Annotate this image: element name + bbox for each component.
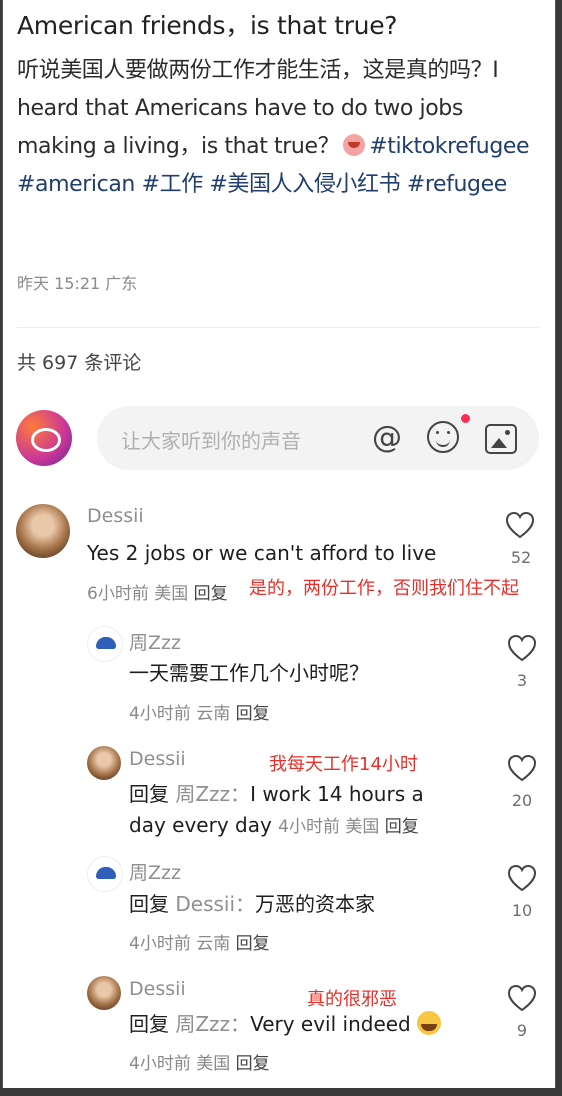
- comment-username[interactable]: Dessii: [87, 505, 144, 527]
- avatar[interactable]: [87, 856, 123, 892]
- comment-location: 美国: [154, 584, 189, 604]
- laughing-face-icon: [343, 134, 366, 156]
- hashtag[interactable]: #美国人入侵小红书: [209, 172, 400, 197]
- comment-username[interactable]: 周Zzz: [129, 628, 181, 655]
- my-avatar[interactable]: [16, 410, 72, 466]
- comment-text-line: I work 14 hours a: [250, 782, 424, 806]
- avatar[interactable]: [87, 746, 121, 780]
- comment-text: 回复 Dessii：万恶的资本家: [129, 888, 375, 920]
- reply-button[interactable]: 回复: [385, 817, 419, 837]
- reply-button[interactable]: 回复: [236, 704, 270, 724]
- comment-meta: 6小时前 美国 回复: [87, 579, 228, 604]
- reply-keyword: 回复: [129, 782, 169, 806]
- comment-time: 4小时前: [129, 704, 191, 724]
- post-meta: 昨天 15:21 广东: [17, 274, 138, 293]
- comment-location: 美国: [196, 1054, 231, 1074]
- comment-time: 4小时前: [278, 817, 340, 837]
- hashtag[interactable]: #tiktokrefugee: [369, 134, 529, 159]
- reply-target[interactable]: 周Zzz：: [175, 782, 250, 806]
- reply-target[interactable]: 周Zzz：: [175, 1012, 250, 1036]
- translation-annotation: 我每天工作14小时: [269, 754, 418, 775]
- comment-username[interactable]: Dessii: [129, 748, 186, 770]
- like-count: 3: [516, 671, 528, 690]
- like-count: 9: [516, 1021, 528, 1040]
- reply-keyword: 回复: [129, 1012, 169, 1036]
- like-count: 20: [511, 791, 533, 810]
- comment-placeholder: 让大家听到你的声音: [121, 429, 301, 453]
- reply-button[interactable]: 回复: [236, 1054, 270, 1074]
- comment-text: 一天需要工作几个小时呢？: [129, 661, 369, 685]
- at-icon[interactable]: @: [370, 421, 404, 455]
- post-body: 听说美国人要做两份工作才能生活，这是真的吗？I heard that Ameri…: [17, 52, 537, 204]
- comment-time: 6小时前: [87, 584, 149, 604]
- like-heart-icon[interactable]: [505, 511, 535, 539]
- comment-meta: 4小时前 美国 回复: [129, 1049, 270, 1074]
- translation-annotation: 是的，两份工作，否则我们住不起: [249, 578, 519, 599]
- comment-count: 共 697 条评论: [17, 352, 142, 374]
- comment-input[interactable]: 让大家听到你的声音 @: [97, 406, 539, 470]
- comment-text: Yes 2 jobs or we can't afford to live: [87, 541, 437, 565]
- comment-text-line: day every day: [129, 813, 272, 837]
- comment-location: 云南: [196, 704, 231, 724]
- like-heart-icon[interactable]: [507, 984, 537, 1012]
- crying-face-icon: [417, 1011, 442, 1035]
- comment-location: 云南: [196, 934, 231, 954]
- image-icon[interactable]: [485, 424, 517, 454]
- avatar[interactable]: [87, 976, 121, 1010]
- comment-location: 美国: [345, 817, 380, 837]
- avatar[interactable]: [87, 626, 123, 662]
- post-title: American friends，is that true?: [17, 11, 398, 40]
- like-heart-icon[interactable]: [507, 754, 537, 782]
- smiley-icon[interactable]: [427, 421, 459, 453]
- comment-meta: 4小时前 云南 回复: [129, 929, 270, 954]
- like-count: 10: [511, 901, 533, 920]
- like-heart-icon[interactable]: [507, 864, 537, 892]
- comment-username[interactable]: Dessii: [129, 978, 186, 1000]
- reply-keyword: 回复: [129, 892, 169, 916]
- hashtag[interactable]: #refugee: [407, 172, 507, 197]
- reply-target[interactable]: Dessii：: [175, 892, 255, 916]
- reply-button[interactable]: 回复: [194, 584, 228, 604]
- comment-username[interactable]: 周Zzz: [129, 858, 181, 885]
- comment-meta: 4小时前 云南 回复: [129, 699, 270, 724]
- comment-text-continued: day every day 4小时前 美国 回复: [129, 809, 419, 843]
- comment-time: 4小时前: [129, 934, 191, 954]
- comment-text: 回复 周Zzz：I work 14 hours a: [129, 778, 424, 810]
- reply-button[interactable]: 回复: [236, 934, 270, 954]
- comment-text-line: 万恶的资本家: [255, 892, 376, 916]
- comment-time: 4小时前: [129, 1054, 191, 1074]
- hashtag[interactable]: #工作: [142, 172, 204, 197]
- comment-text: 回复 周Zzz：Very evil indeed: [129, 1008, 442, 1040]
- like-heart-icon[interactable]: [507, 634, 537, 662]
- like-count: 52: [510, 548, 532, 567]
- hashtag[interactable]: #american: [17, 172, 135, 197]
- notification-dot: [461, 414, 470, 423]
- post-detail-screen: American friends，is that true? 听说美国人要做两份…: [2, 0, 556, 1088]
- comment-text-line: Very evil indeed: [250, 1012, 411, 1036]
- avatar[interactable]: [16, 504, 70, 558]
- divider: [17, 327, 539, 328]
